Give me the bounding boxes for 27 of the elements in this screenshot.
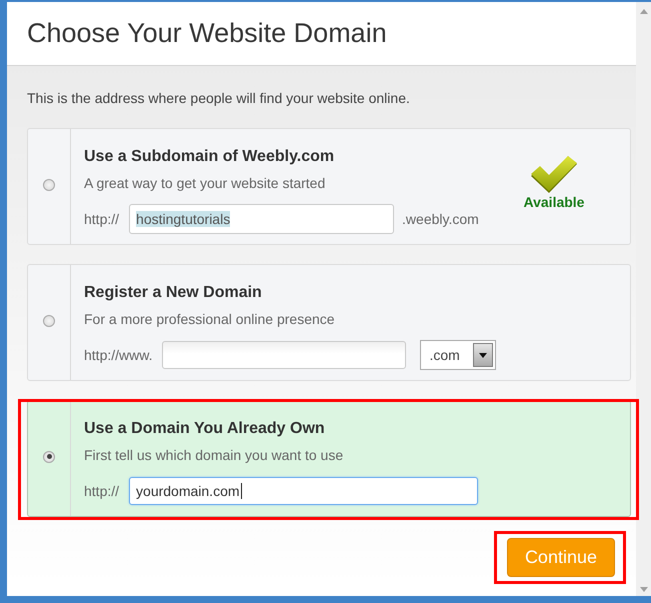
url-prefix: http:// [84,211,120,227]
option-title: Register a New Domain [84,283,263,303]
option-subtitle: A great way to get your website started [84,174,326,192]
scrollbar[interactable] [636,2,651,596]
option-subtitle: For a more professional online presence [84,310,336,328]
intro-text: This is the address where people will find your website online. [27,89,411,107]
radio-button[interactable] [43,450,55,462]
url-prefix: http:// [84,483,120,499]
check-icon [531,156,577,192]
dialog-title: Choose Your Website Domain [27,17,387,50]
scroll-down-icon[interactable] [640,587,648,592]
option-subtitle: First tell us which domain you want to use [84,446,344,464]
domain-option-card[interactable]: Use a Subdomain of Weebly.com A great way to get your website started http:// hostingtutorials .weebly.com Available [27,128,631,245]
domain-input[interactable]: hostingtutorials [129,204,394,234]
domain-suffix: .weebly.com [402,211,479,227]
radio-button[interactable] [43,314,55,326]
domain-input[interactable]: yourdomain.com [129,477,478,505]
domain-input[interactable] [162,341,406,369]
extension-select[interactable]: .com [420,340,496,370]
availability-status: Available [524,194,584,210]
radio-button[interactable] [43,178,55,190]
url-prefix: http://www. [84,347,152,363]
option-title: Use a Domain You Already Own [84,419,326,439]
option-title: Use a Subdomain of Weebly.com [84,147,336,167]
caret-icon[interactable] [473,343,494,367]
scroll-up-icon[interactable] [640,9,648,14]
domain-option-card[interactable]: Register a New Domain For a more professional online presence http://www. .com [27,264,631,381]
